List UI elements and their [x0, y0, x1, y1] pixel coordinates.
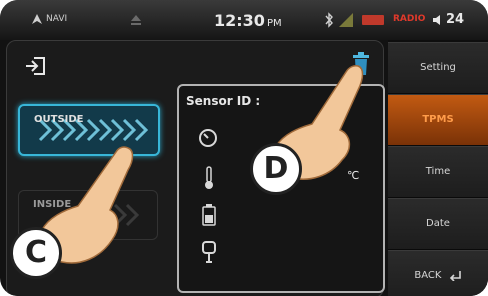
hand-pointer-illustration	[39, 65, 364, 264]
screen: NAVI 12:30 PM RADIO 24 OUTSIDE INSIDE Se…	[0, 0, 488, 296]
callout-d: D	[250, 143, 302, 195]
callout-c: C	[10, 227, 62, 279]
